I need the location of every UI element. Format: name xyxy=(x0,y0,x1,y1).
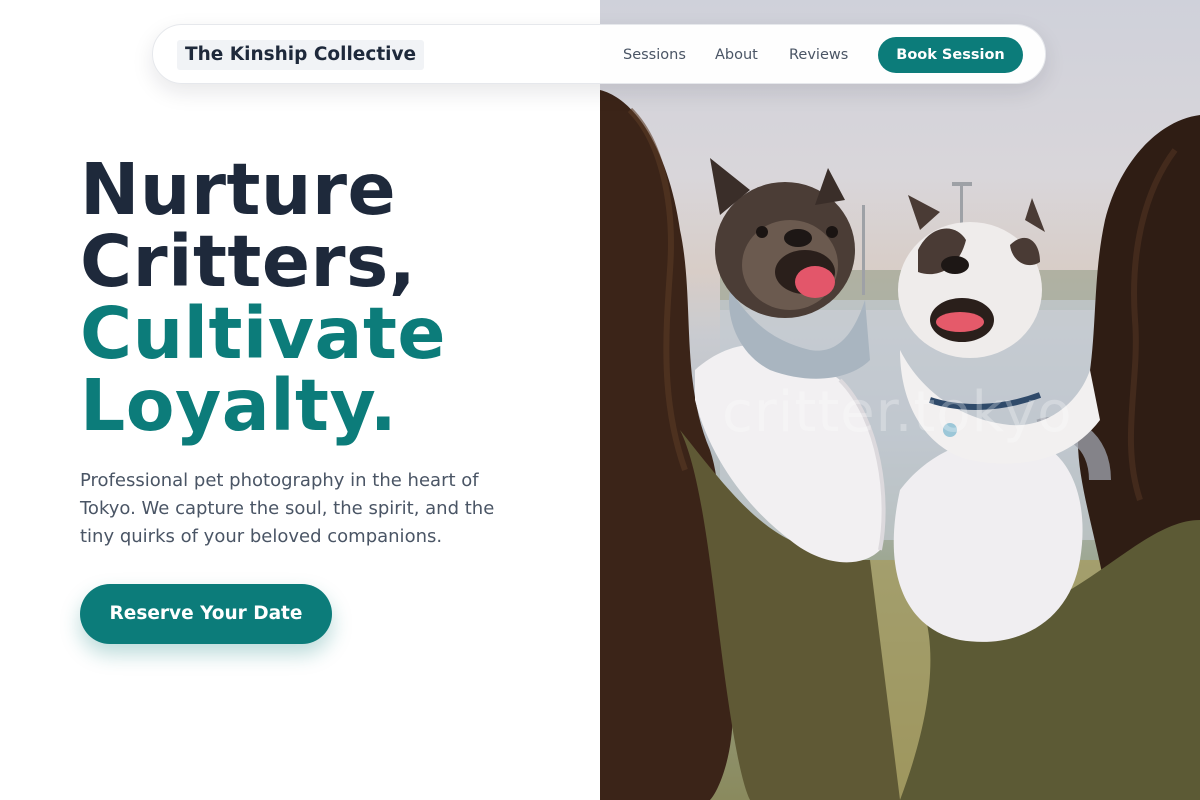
brand-logo[interactable]: The Kinship Collective xyxy=(177,40,425,70)
image-watermark: critter.tokyo xyxy=(722,380,1073,445)
nav-link-about[interactable]: About xyxy=(715,44,758,66)
hero-description: Professional pet photography in the hear… xyxy=(80,470,495,547)
headline-line-3: Cultivate xyxy=(80,292,447,375)
hero-image: critter.tokyo xyxy=(600,0,1200,800)
top-navbar: The Kinship Collective Sessions About Re… xyxy=(152,24,1046,84)
hero-headline: Nurture Critters, Cultivate Loyalty. xyxy=(80,154,446,442)
headline-line-2: Critters, xyxy=(80,220,417,303)
reserve-date-button[interactable]: Reserve Your Date xyxy=(80,584,332,644)
nav-link-sessions[interactable]: Sessions xyxy=(623,44,686,66)
nav-link-reviews[interactable]: Reviews xyxy=(789,44,848,66)
headline-line-1: Nurture xyxy=(80,148,397,231)
headline-line-4: Loyalty. xyxy=(80,364,398,447)
book-session-button[interactable]: Book Session xyxy=(878,37,1023,73)
